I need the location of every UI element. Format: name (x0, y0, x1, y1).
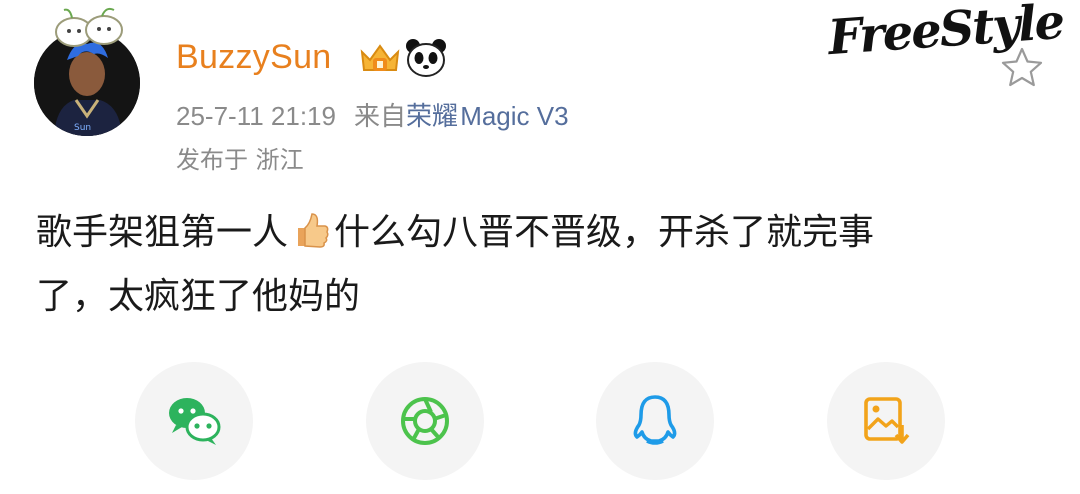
wechat-icon (169, 398, 221, 445)
avatar-decoration-icon (55, 7, 123, 47)
vip-crown-icon[interactable] (356, 38, 404, 78)
share-qq-button[interactable] (596, 362, 714, 480)
post-timestamp: 25-7-11 21:19 (176, 101, 336, 131)
panda-badge-icon[interactable] (404, 36, 448, 78)
device-brand: 荣耀 (406, 101, 459, 131)
svg-text:Sun: Sun (74, 123, 91, 133)
device-model: Magic V3 (460, 101, 569, 131)
moments-icon (401, 397, 449, 445)
share-wechat-button[interactable] (135, 362, 253, 480)
post-text-line2: 了，太疯狂了他妈的 (36, 276, 361, 317)
username-link[interactable]: BuzzySun (176, 38, 331, 77)
qq-icon (633, 395, 677, 445)
post-text-part2: 什么勾八晋不晋级，开杀了就完事 (334, 212, 875, 253)
device-link[interactable]: 荣耀 Magic V3 (406, 101, 569, 131)
share-moments-button[interactable] (366, 362, 484, 480)
post-meta: 25-7-11 21:19 来自荣耀 Magic V3 (176, 96, 569, 133)
favorite-star-icon[interactable] (1000, 46, 1044, 88)
from-label: 来自 (353, 101, 406, 131)
thumbs-up-icon (292, 210, 330, 268)
save-image-icon (864, 397, 910, 444)
post-location: 发布于 浙江 (176, 146, 304, 174)
post-text-part1: 歌手架狙第一人 (36, 212, 289, 253)
post-content: 歌手架狙第一人 什么勾八晋不晋级，开杀了就完事 了，太疯狂了他妈的 (36, 204, 996, 326)
save-image-button[interactable] (827, 362, 945, 480)
